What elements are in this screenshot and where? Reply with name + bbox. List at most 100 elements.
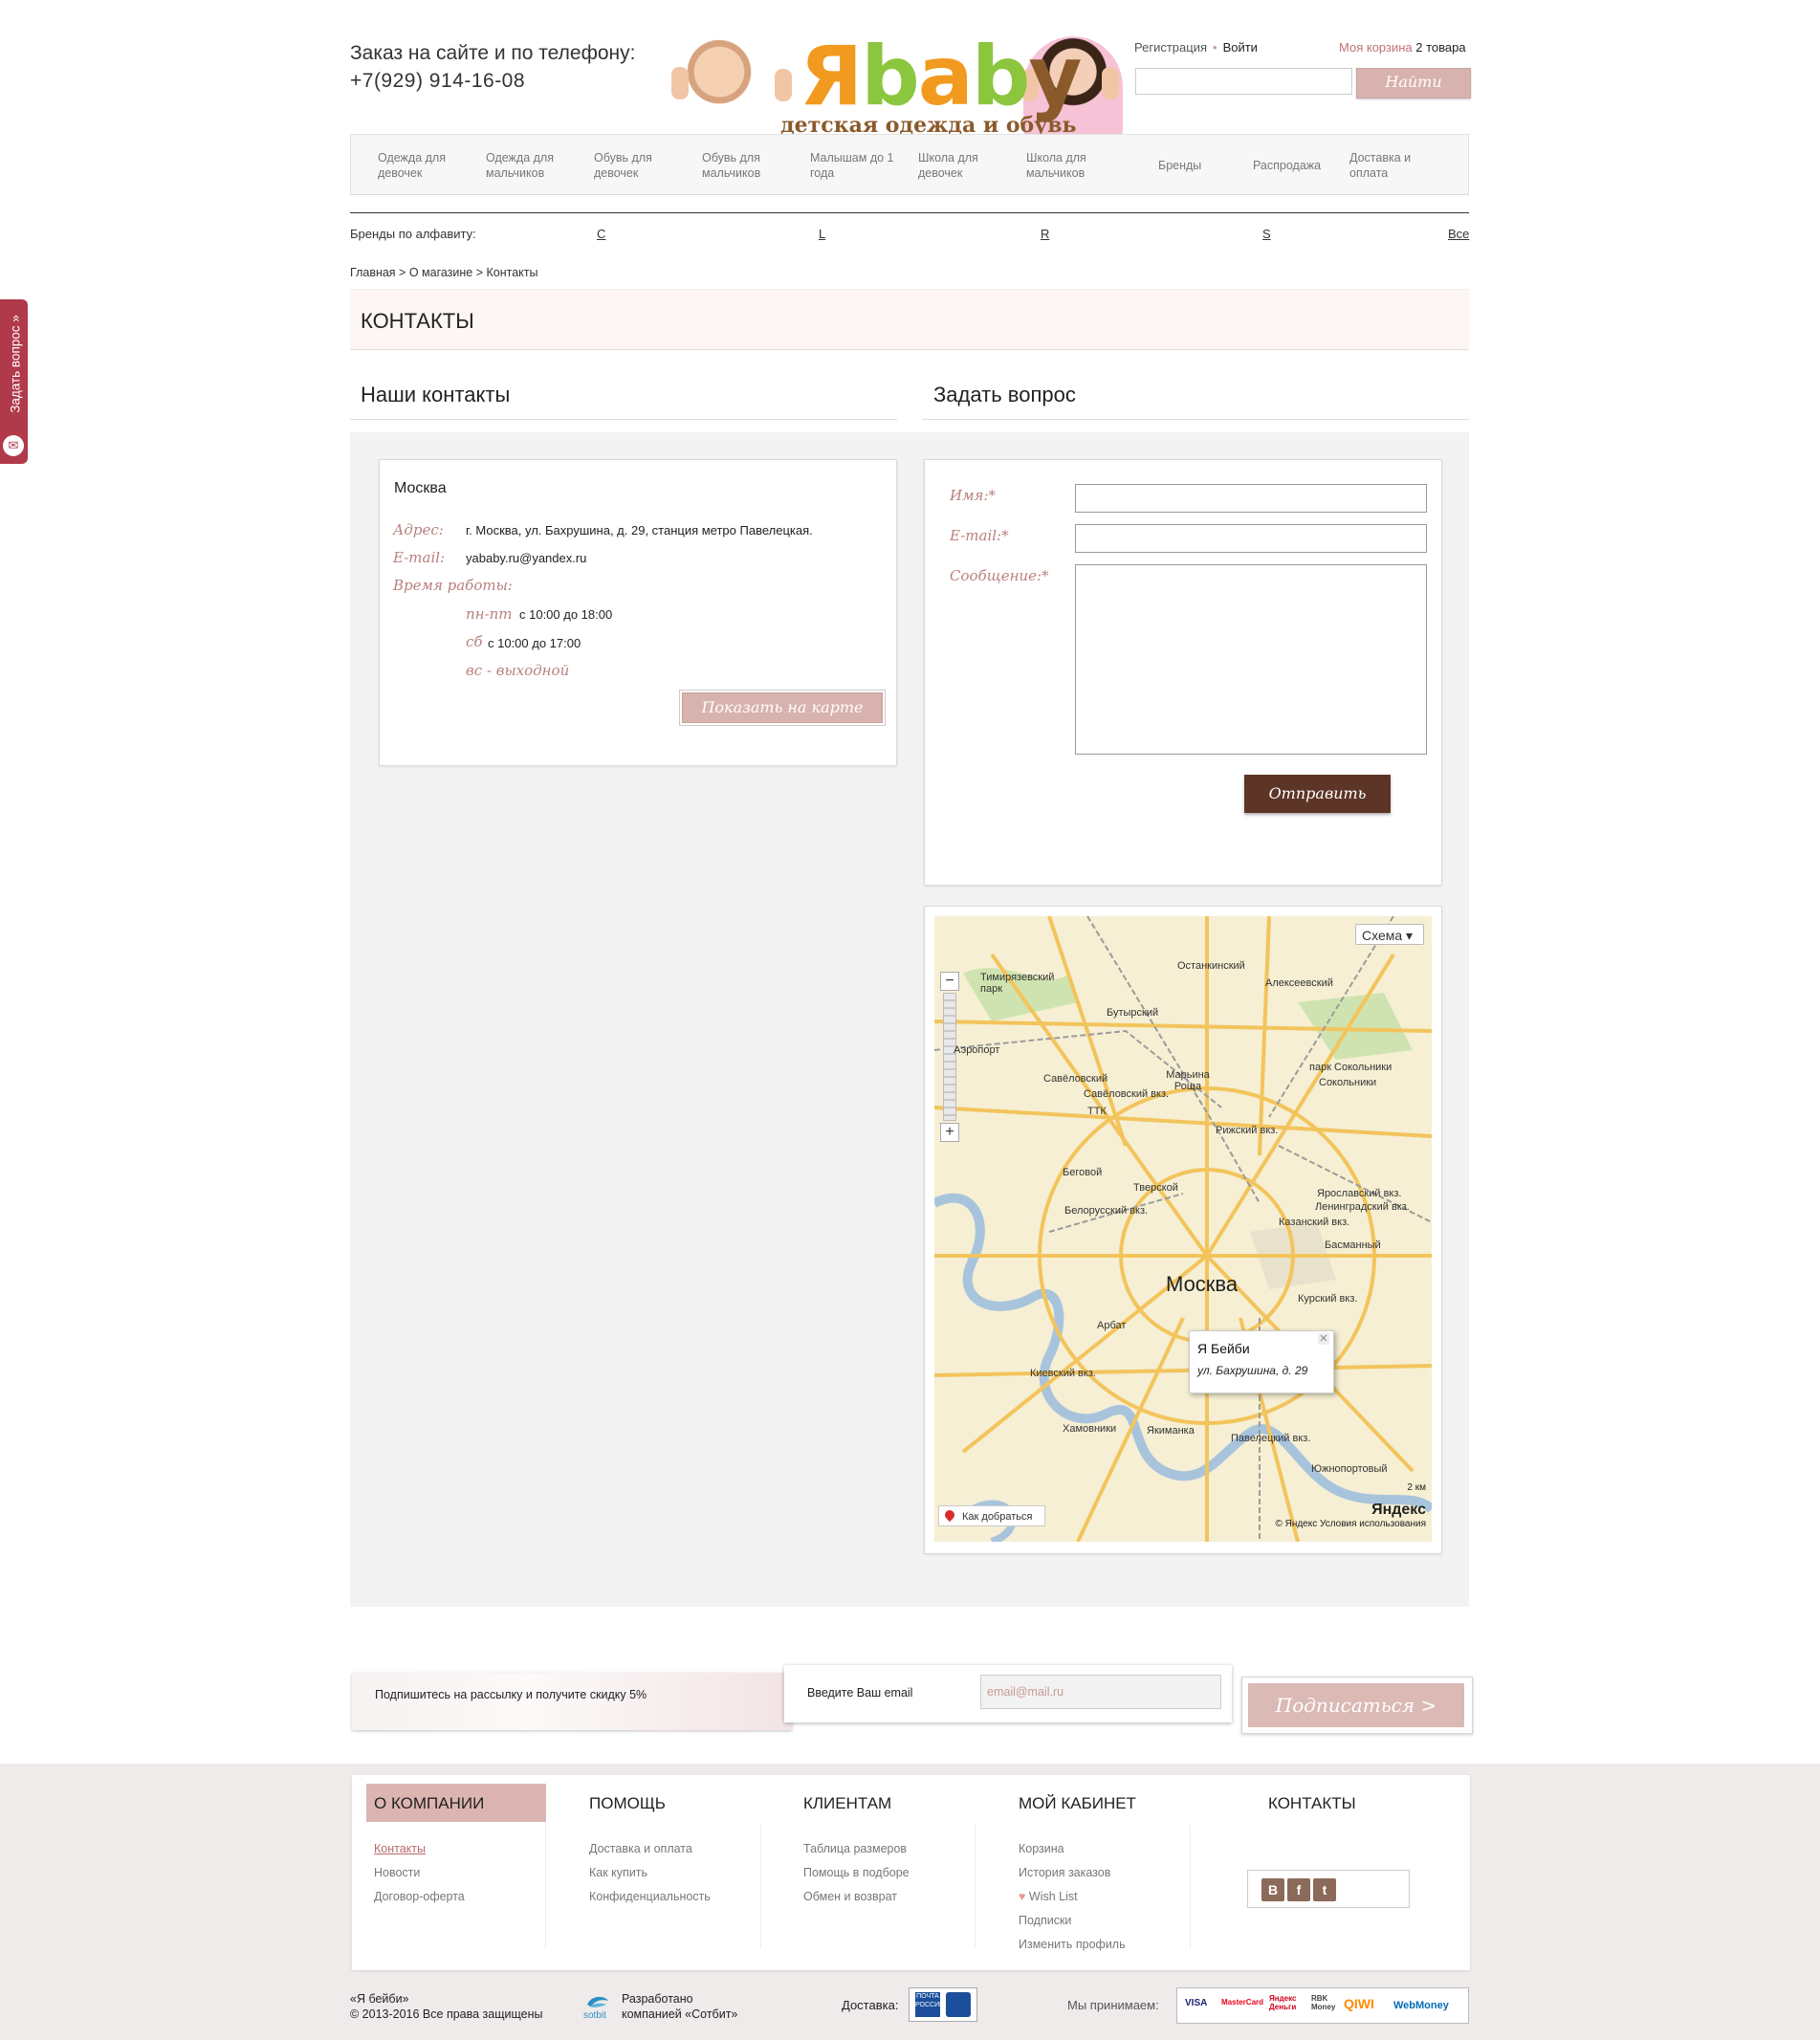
main-nav: Одежда для девочек Одежда для мальчиков … [350, 134, 1469, 195]
copyright: «Я бейби» © 2013-2016 Все права защищены [350, 1991, 542, 2022]
map-label: Казанский вкз. [1279, 1217, 1350, 1228]
map-label: Белорусский вкз. [1064, 1205, 1149, 1217]
name-field[interactable] [1075, 484, 1427, 513]
nav-item-delivery[interactable]: Доставка и оплата [1349, 150, 1436, 181]
subscribe-form: Введите Ваш email email@mail.ru [784, 1665, 1232, 1722]
site-logo[interactable]: Яbaby детская одежда и обувь [669, 29, 1123, 140]
subscribe-email-label: Введите Ваш email [807, 1686, 913, 1700]
facebook-icon[interactable]: f [1287, 1878, 1310, 1901]
social-links: B f t [1247, 1870, 1410, 1908]
map-label: Рижский вкз. [1216, 1125, 1279, 1136]
sotbit-logo[interactable]: sotbit [581, 1991, 614, 2021]
nav-item-school-boys[interactable]: Школа для мальчиков [1026, 150, 1112, 181]
email-field[interactable] [1075, 524, 1427, 553]
nav-item-babies[interactable]: Малышам до 1 года [810, 150, 906, 181]
message-textarea[interactable] [1075, 564, 1427, 755]
yandex-map[interactable]: Схема ▾ − + Останкинский Тимирязевский п… [934, 916, 1432, 1542]
footer-link-contacts[interactable]: Контакты [374, 1842, 426, 1855]
footer-link-subscriptions[interactable]: Подписки [1019, 1914, 1071, 1927]
zoom-in-button[interactable]: + [940, 1123, 959, 1142]
nav-item-girls-shoes[interactable]: Обувь для девочек [594, 150, 670, 181]
get-directions-button[interactable]: Как добраться [938, 1505, 1045, 1526]
cart-label[interactable]: Моя корзина [1339, 40, 1413, 55]
footer-link-order-history[interactable]: История заказов [1019, 1866, 1110, 1879]
nav-item-school-girls[interactable]: Школа для девочек [918, 150, 995, 181]
footer-link-cart[interactable]: Корзина [1019, 1842, 1064, 1855]
twitter-icon[interactable]: t [1313, 1878, 1336, 1901]
map-label: Тверской [1133, 1182, 1178, 1194]
subscribe-button[interactable]: Подписаться > [1248, 1683, 1464, 1727]
map-label: Басманный [1325, 1239, 1381, 1251]
nav-item-boys-shoes[interactable]: Обувь для мальчиков [702, 150, 788, 181]
webmoney-icon: WebMoney [1393, 2000, 1449, 2011]
brand-letter-r[interactable]: R [1041, 227, 1049, 241]
side-tab-label: Задать вопрос » [8, 315, 23, 413]
eagle-icon [946, 1992, 971, 2017]
footer-link-news[interactable]: Новости [374, 1866, 420, 1879]
map-label: Савёловский [1043, 1073, 1108, 1085]
footer-link-wish-list[interactable]: ♥ Wish List [1019, 1890, 1078, 1903]
email-value: yababy.ru@yandex.ru [466, 551, 587, 565]
brands-alphabet-label: Бренды по алфавиту: [350, 227, 476, 241]
map-balloon[interactable]: ✕ Я Бейби ул. Бахрушина, д. 29 [1189, 1330, 1334, 1393]
footer-link-offer[interactable]: Договор-оферта [374, 1890, 465, 1903]
close-icon[interactable]: ✕ [1318, 1333, 1329, 1345]
map-roads [934, 916, 1432, 1542]
map-zoom-control[interactable]: − + [940, 972, 959, 1142]
footer-link-edit-profile[interactable]: Изменить профиль [1019, 1938, 1126, 1951]
visa-icon: VISA [1185, 1998, 1208, 2008]
show-on-map-button[interactable]: Показать на карте [682, 692, 883, 723]
search-input[interactable] [1135, 68, 1352, 95]
register-link[interactable]: Регистрация [1134, 40, 1207, 55]
thumb-up-icon [775, 69, 792, 101]
search-button[interactable]: Найти [1356, 68, 1471, 99]
nav-item-brands[interactable]: Бренды [1158, 158, 1201, 173]
yandex-logo: Яндекс [1371, 1502, 1426, 1518]
footer-link-how-to-buy[interactable]: Как купить [589, 1866, 647, 1879]
map-label: Ленинградский вкз. [1315, 1201, 1410, 1213]
footer-link-privacy[interactable]: Конфиденциальность [589, 1890, 711, 1903]
footer-link-size-table[interactable]: Таблица размеров [803, 1842, 907, 1855]
contacts-card: Москва Адрес: г. Москва, ул. Бахрушина, … [379, 459, 897, 766]
nav-item-sale[interactable]: Распродажа [1253, 158, 1321, 173]
map-label: Марьина Роща [1166, 1069, 1210, 1092]
zoom-out-button[interactable]: − [940, 972, 959, 991]
map-label: Павелецкий вкз. [1231, 1433, 1311, 1444]
footer-link-delivery[interactable]: Доставка и оплата [589, 1842, 692, 1855]
copyright-line-1: «Я бейби» [350, 1992, 409, 2006]
phone-number: +7(929) 914-16-08 [350, 70, 526, 92]
brand-letter-s[interactable]: S [1262, 227, 1271, 241]
ask-question-side-tab[interactable]: Задать вопрос » ✉ [0, 299, 28, 464]
nav-item-girls-clothes[interactable]: Одежда для девочек [378, 150, 464, 181]
ask-question-heading: Задать вопрос [933, 383, 1076, 406]
breadcrumb[interactable]: Главная > О магазине > Контакты [350, 266, 537, 279]
zoom-slider[interactable] [943, 993, 956, 1121]
section-divider [350, 419, 897, 420]
subscribe-email-input[interactable]: email@mail.ru [980, 1675, 1221, 1709]
footer-cabinet-title: МОЙ КАБИНЕТ [1019, 1794, 1136, 1812]
cart-summary[interactable]: Моя корзина 2 товара [1339, 40, 1466, 55]
footer-divider [760, 1825, 761, 1949]
footer-help-title: ПОМОЩЬ [589, 1794, 666, 1812]
question-form-card: Имя:* E-mail:* Сообщение:* Отправить [924, 459, 1442, 886]
map-label: Киевский вкз. [1030, 1368, 1096, 1379]
login-link[interactable]: Войти [1223, 40, 1258, 55]
footer-link-selection-help[interactable]: Помощь в подборе [803, 1866, 910, 1879]
send-button[interactable]: Отправить [1244, 775, 1391, 813]
brand-letter-l[interactable]: L [819, 227, 825, 241]
footer-link-returns[interactable]: Обмен и возврат [803, 1890, 897, 1903]
map-type-selector[interactable]: Схема ▾ [1355, 924, 1424, 945]
map-label: ТТК [1087, 1106, 1107, 1117]
nav-item-boys-clothes[interactable]: Одежда для мальчиков [486, 150, 572, 181]
brand-letter-c[interactable]: C [597, 227, 605, 241]
footer-divider [1190, 1825, 1191, 1949]
heart-icon: ♥ [1019, 1890, 1029, 1903]
map-label: Ярославский вкз. [1317, 1188, 1402, 1199]
phone-label: Заказ на сайте и по телефону: [350, 42, 636, 64]
map-copyright[interactable]: © Яндекс Условия использования [1275, 1519, 1426, 1529]
balloon-address: ул. Бахрушина, д. 29 [1197, 1364, 1308, 1377]
map-label: Сокольники [1319, 1077, 1377, 1088]
vk-icon[interactable]: B [1261, 1878, 1284, 1901]
brand-letter-all[interactable]: Все [1448, 227, 1469, 241]
logo-wordmark: Яbaby [800, 29, 1082, 124]
